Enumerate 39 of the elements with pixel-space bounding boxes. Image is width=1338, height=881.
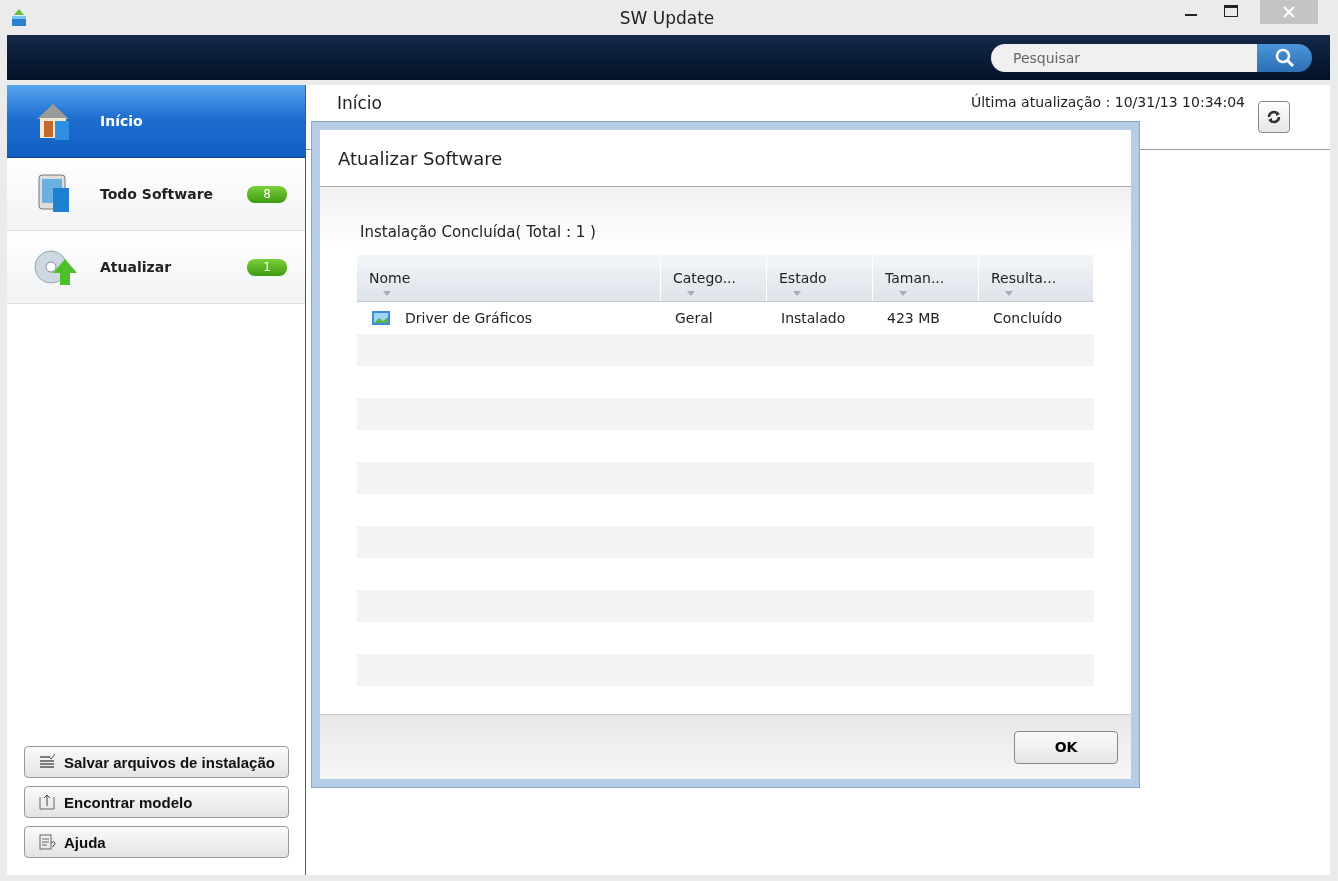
column-header[interactable]: Nome <box>357 255 661 301</box>
table-cell-text: Geral <box>674 309 714 328</box>
sidebar-button[interactable]: Ajuda <box>24 826 289 858</box>
count-badge: 1 <box>247 258 287 276</box>
sidebar-button[interactable]: Encontrar modelo <box>24 786 289 818</box>
table-cell-text: 423 MB <box>886 309 941 328</box>
picture-icon <box>371 310 391 326</box>
last-update-text: Última atualização : 10/31/13 10:34:04 <box>970 94 1245 110</box>
summary-text: Instalação Concluída( Total : 1 ) <box>360 223 597 241</box>
maximize-icon <box>1224 5 1238 17</box>
window-title: SW Update <box>618 7 716 28</box>
sidebar-button[interactable]: Salvar arquivos de instalação <box>24 746 289 778</box>
column-header[interactable]: Resulta... <box>979 255 1094 301</box>
sort-arrow-icon <box>1005 291 1013 296</box>
page-title: Início <box>337 93 383 113</box>
sort-arrow-icon <box>383 291 391 296</box>
upload-box-icon <box>38 793 56 811</box>
search-button[interactable] <box>1257 43 1312 72</box>
table-cell: Driver de Gráficos <box>357 302 661 334</box>
column-header[interactable]: Catego... <box>661 255 767 301</box>
search-field[interactable]: Pesquisar <box>991 43 1257 72</box>
sort-arrow-icon <box>793 291 801 296</box>
sort-arrow-icon <box>687 291 695 296</box>
app-box-icon <box>9 7 29 28</box>
close-icon <box>1260 0 1318 24</box>
refresh-button[interactable] <box>1258 101 1290 133</box>
column-header[interactable]: Taman... <box>873 255 979 301</box>
table-cell-text: Concluído <box>992 309 1063 328</box>
minimize-icon <box>1185 14 1197 16</box>
ok-button[interactable]: OK <box>1014 730 1118 764</box>
dialog-title: Atualizar Software <box>338 147 503 169</box>
sidebar-item[interactable]: Início <box>7 85 305 158</box>
table-cell-text: Instalado <box>780 309 847 328</box>
count-badge: 8 <box>247 185 287 203</box>
sort-arrow-icon <box>899 291 907 296</box>
search-icon <box>1273 46 1296 69</box>
list-check-icon <box>38 753 56 771</box>
document-help-icon <box>38 833 56 851</box>
column-header[interactable]: Estado <box>767 255 873 301</box>
